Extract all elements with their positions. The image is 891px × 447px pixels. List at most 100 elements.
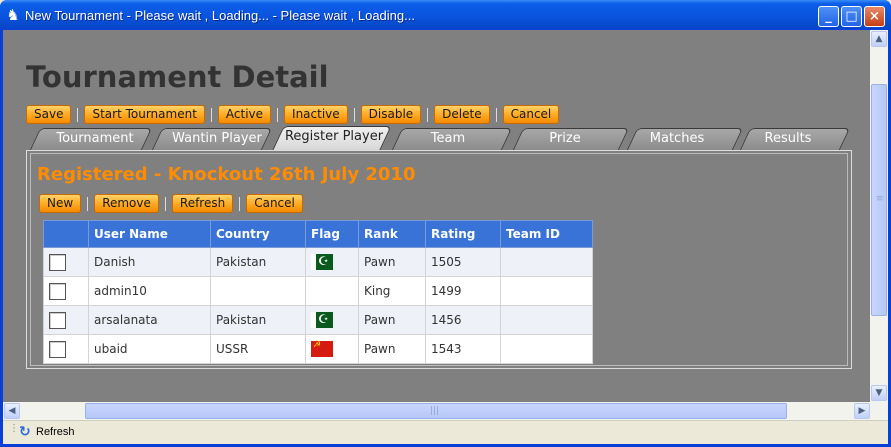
team-id-cell [500,305,593,335]
table-header-row: User Name Country Flag Rank Rating Team … [43,220,593,248]
horizontal-scrollbar[interactable]: ◀ ||| ▶ [3,402,888,420]
column-header-team-id[interactable]: Team ID [500,220,593,248]
column-header-country[interactable]: Country [210,220,306,248]
vertical-scrollbar[interactable]: ▲ ≡ ▼ [870,30,888,402]
grip-icon: ||| [430,406,440,416]
toolbar-grip-icon: ⋮ [9,423,19,434]
main-toolbar: Save Start Tournament Active Inactive Di… [26,105,560,124]
separator [77,107,79,122]
chess-knight-icon: ♞ [6,6,20,24]
grid-cancel-button[interactable]: Cancel [246,194,303,213]
country-cell: Pakistan [210,305,306,335]
separator [164,196,166,211]
rating-cell: 1543 [425,334,501,364]
maximize-button[interactable]: □ [841,6,862,27]
pakistan-flag-icon [311,253,333,270]
delete-button[interactable]: Delete [434,105,490,124]
column-header-rank[interactable]: Rank [358,220,426,248]
separator [87,196,89,211]
tab-matches-label: Matches [649,131,705,146]
close-button[interactable]: × [864,6,885,27]
refresh-button[interactable]: Refresh [171,194,234,213]
minimize-button[interactable]: _ [818,6,839,27]
page-title: Tournament Detail [26,60,329,94]
flag-cell [305,334,359,364]
close-icon: × [869,9,880,24]
table-row[interactable]: arsalanata Pakistan Pawn 1456 [43,305,593,335]
tab-team-label: Team [430,131,466,146]
row-select-cell [43,276,89,306]
inactive-button[interactable]: Inactive [284,105,348,124]
rank-cell: Pawn [358,305,426,335]
players-table: User Name Country Flag Rank Rating Team … [43,220,593,364]
user-name-cell: ubaid [88,334,211,364]
maximize-icon: □ [845,9,858,24]
window-title: New Tournament - Please wait , Loading..… [25,8,415,23]
table-row[interactable]: admin10 King 1499 [43,276,593,306]
client-area: Tournament Detail Save Start Tournament … [3,30,888,444]
row-checkbox[interactable] [49,340,66,358]
rating-cell: 1456 [425,305,501,335]
arrow-down-icon: ▼ [875,388,883,398]
status-refresh-link[interactable]: Refresh [36,426,75,438]
column-header-flag[interactable]: Flag [305,220,359,248]
scroll-up-button[interactable]: ▲ [871,31,887,47]
row-checkbox[interactable] [49,253,66,271]
title-bar[interactable]: ♞ New Tournament - Please wait , Loading… [0,0,891,30]
flag-cell [305,305,359,335]
row-checkbox[interactable] [49,282,66,300]
ussr-flag-icon [311,339,333,357]
country-cell [210,276,306,306]
scroll-left-button[interactable]: ◀ [4,403,20,419]
tab-wantin-player-label: Wantin Player [172,131,262,146]
tab-tournament-label: Tournament [56,131,134,146]
separator [210,107,212,122]
start-tournament-button[interactable]: Start Tournament [84,105,205,124]
user-name-cell: arsalanata [88,305,211,335]
row-checkbox[interactable] [49,311,66,329]
rating-cell: 1505 [425,247,501,277]
user-name-cell: Danish [88,247,211,277]
tab-register-player-label: Register Player [284,129,384,144]
disable-button[interactable]: Disable [360,105,422,124]
remove-button[interactable]: Remove [94,194,159,213]
cancel-button[interactable]: Cancel [502,105,560,124]
refresh-icon[interactable]: ↻ [19,424,31,440]
horizontal-scroll-thumb[interactable]: ||| [85,403,787,419]
arrow-right-icon: ▶ [858,406,866,416]
country-cell: USSR [210,334,306,364]
active-button[interactable]: Active [217,105,272,124]
new-button[interactable]: New [39,194,82,213]
user-name-cell: admin10 [88,276,211,306]
arrow-up-icon: ▲ [875,34,883,44]
row-select-cell [43,305,89,335]
table-row[interactable]: ubaid USSR Pawn 1543 [43,334,593,364]
separator [239,196,241,211]
column-header-rating[interactable]: Rating [425,220,501,248]
row-select-cell [43,334,89,364]
save-button[interactable]: Save [26,105,72,124]
register-player-panel: Registered - Knockout 26th July 2010 New… [26,150,852,369]
separator [277,107,279,122]
app-window: ♞ New Tournament - Please wait , Loading… [0,0,891,447]
row-select-cell [43,247,89,277]
separator [427,107,429,122]
flag-cell [305,247,359,277]
vertical-scroll-thumb[interactable]: ≡ [871,84,887,316]
panel-inner: Registered - Knockout 26th July 2010 New… [30,153,848,366]
separator [495,107,497,122]
column-header-user-name[interactable]: User Name [88,220,211,248]
scroll-down-button[interactable]: ▼ [871,385,887,401]
grip-icon: ≡ [876,194,884,204]
grid-toolbar: New Remove Refresh Cancel [39,194,303,213]
team-id-cell [500,247,593,277]
arrow-left-icon: ◀ [8,406,16,416]
table-row[interactable]: Danish Pakistan Pawn 1505 [43,247,593,277]
pakistan-flag-icon [311,311,333,328]
content-area: Tournament Detail Save Start Tournament … [3,30,870,402]
scroll-right-button[interactable]: ▶ [854,403,870,419]
rank-cell: Pawn [358,334,426,364]
status-bar: ⋮ ↻ Refresh [3,420,888,444]
rating-cell: 1499 [425,276,501,306]
section-title: Registered - Knockout 26th July 2010 [37,164,416,185]
